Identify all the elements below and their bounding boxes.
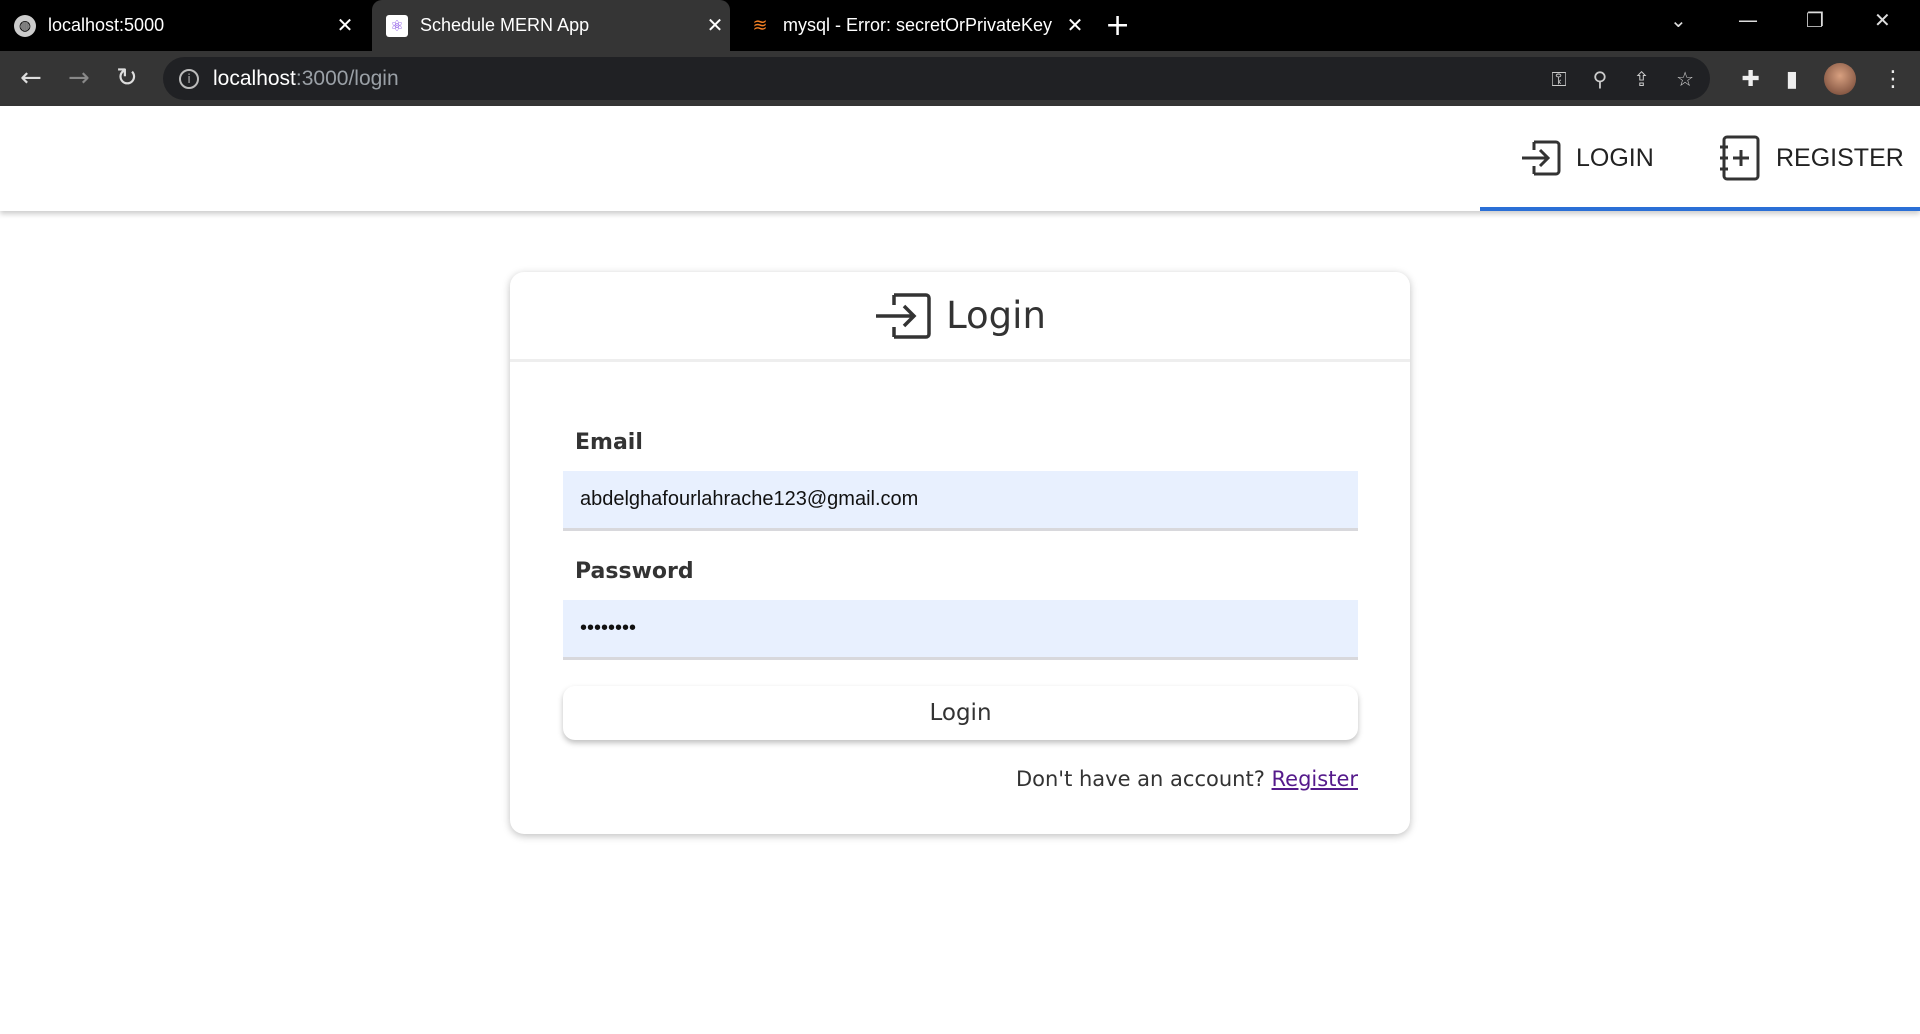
login-icon: [876, 292, 931, 339]
menu-icon[interactable]: ⋮: [1882, 67, 1904, 92]
key-icon[interactable]: ⚿: [1551, 67, 1566, 91]
email-label: Email: [575, 430, 643, 455]
browser-tab-bar: ◍ localhost:5000 ✕ ⚛ Schedule MERN App ✕…: [0, 0, 1920, 51]
restore-button[interactable]: ❐: [1806, 8, 1824, 32]
close-tab-icon[interactable]: ✕: [1060, 13, 1090, 38]
location-icon[interactable]: ⚲: [1593, 67, 1608, 91]
profile-avatar[interactable]: [1824, 63, 1856, 95]
extensions-icon[interactable]: ✚: [1741, 67, 1759, 92]
app-navbar: LOGIN REGISTER: [0, 106, 1920, 211]
stackoverflow-icon: ≋: [752, 15, 768, 35]
login-button[interactable]: Login: [563, 686, 1358, 740]
back-icon[interactable]: ←: [20, 63, 42, 93]
address-bar[interactable]: i localhost:3000/login ⚿ ⚲ ⇪ ☆: [163, 57, 1710, 100]
close-tab-icon[interactable]: ✕: [700, 13, 730, 38]
close-window-button[interactable]: ✕: [1874, 8, 1891, 32]
url-text: localhost:3000/login: [213, 66, 399, 90]
nav-register-link[interactable]: REGISTER: [1718, 132, 1904, 184]
password-input[interactable]: [563, 600, 1358, 660]
react-icon: ⚛: [386, 14, 408, 37]
email-input[interactable]: [563, 471, 1358, 531]
login-card: Login Email Password Login Don't have an…: [510, 272, 1410, 834]
tab-search-icon[interactable]: ⌄: [1670, 8, 1687, 32]
tab-schedule-mern-app[interactable]: ⚛ Schedule MERN App ✕: [372, 0, 730, 51]
tab-mysql-error[interactable]: ≋ mysql - Error: secretOrPrivateKey ✕: [735, 0, 1090, 51]
globe-icon: ◍: [14, 14, 36, 37]
browser-toolbar: ← → ↻ i localhost:3000/login ⚿ ⚲ ⇪ ☆ ✚ ▮…: [0, 51, 1920, 106]
share-icon[interactable]: ⇪: [1633, 67, 1650, 91]
card-header: Login: [510, 272, 1410, 362]
forward-icon[interactable]: →: [68, 63, 90, 93]
register-prompt: Don't have an account? Register: [1015, 767, 1358, 791]
register-icon: [1720, 135, 1760, 181]
page-title: Login: [946, 294, 1046, 337]
reload-icon[interactable]: ↻: [116, 63, 138, 93]
bookmark-star-icon[interactable]: ☆: [1676, 67, 1694, 91]
site-info-icon[interactable]: i: [179, 68, 199, 89]
login-icon: [1522, 140, 1561, 176]
nav-login-link[interactable]: LOGIN: [1520, 132, 1654, 184]
tab-localhost-5000[interactable]: ◍ localhost:5000 ✕: [0, 0, 360, 51]
minimize-button[interactable]: —: [1738, 8, 1758, 32]
password-label: Password: [575, 559, 694, 584]
register-link[interactable]: Register: [1272, 767, 1358, 791]
close-tab-icon[interactable]: ✕: [330, 13, 360, 38]
new-tab-button[interactable]: +: [1105, 8, 1130, 43]
side-panel-icon[interactable]: ▮: [1786, 67, 1798, 92]
active-nav-indicator: [1480, 207, 1920, 211]
